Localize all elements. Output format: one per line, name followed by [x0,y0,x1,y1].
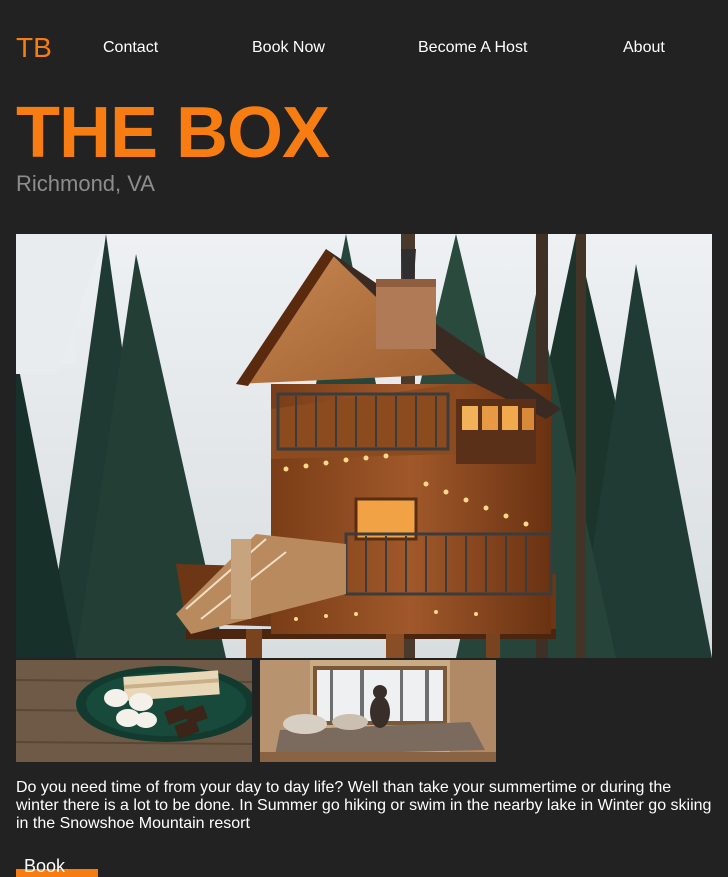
logo-link[interactable]: TB [16,32,52,64]
book-now-label: Book now [24,856,66,876]
nav-link-become-a-host[interactable]: Become A Host [418,38,527,58]
property-description: Do you need time of from your day to day… [16,779,712,832]
nav-link-contact[interactable]: Contact [103,38,158,58]
top-navigation: TB Contact Book Now Become A Host About [0,0,728,96]
smores-thumbnail[interactable] [16,660,252,762]
cabin-bed-thumbnail[interactable] [260,660,496,762]
page: TB Contact Book Now Become A Host About … [0,0,728,877]
location-subtitle: Richmond, VA [16,171,155,196]
book-now-button[interactable]: Book now [16,856,98,877]
main-treehouse-photo [16,234,712,658]
page-title: THE BOX [16,93,330,173]
nav-link-about[interactable]: About [623,38,665,58]
nav-link-book-now[interactable]: Book Now [252,38,325,58]
